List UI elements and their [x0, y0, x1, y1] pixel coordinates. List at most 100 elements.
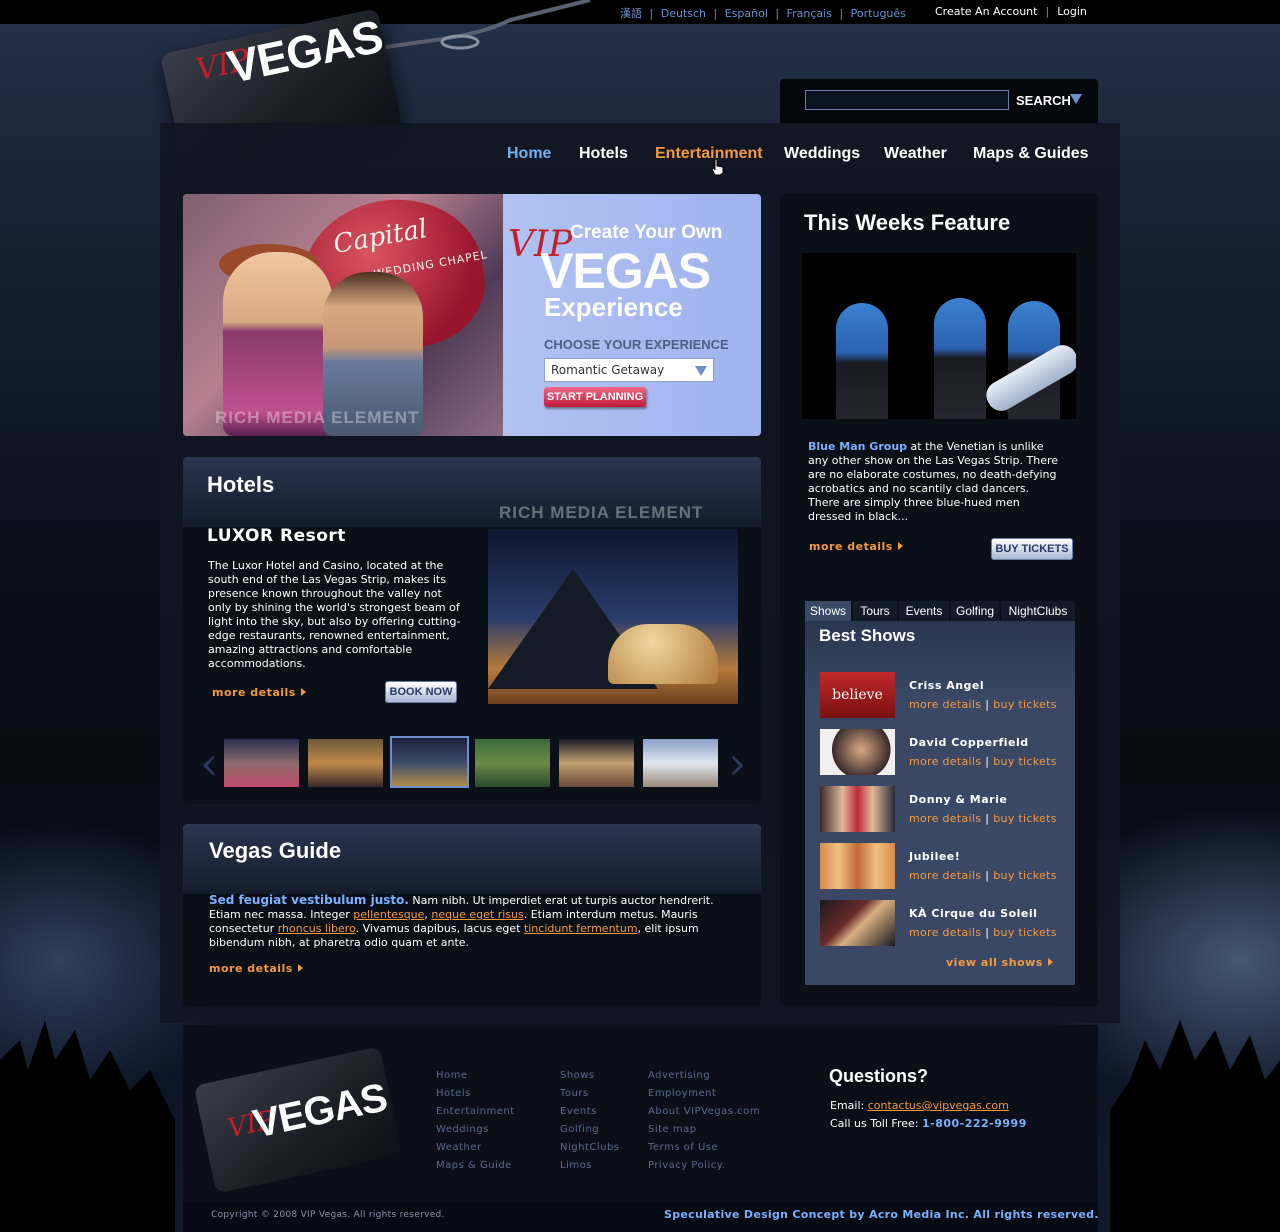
donny-marie-image[interactable]	[820, 786, 895, 832]
search-input[interactable]	[805, 90, 1009, 110]
nav-weddings[interactable]: Weddings	[784, 145, 860, 163]
view-all-shows-link[interactable]: view all shows	[946, 956, 1053, 969]
show-links: more details | buy tickets	[909, 698, 1057, 711]
show-buy-tickets-link[interactable]: buy tickets	[993, 755, 1056, 768]
book-now-button[interactable]: BOOK NOW	[385, 681, 457, 703]
search-button[interactable]: SEARCH	[1016, 93, 1071, 108]
lang-espanol[interactable]: Español	[725, 7, 768, 20]
footer-link-limos[interactable]: Limos	[560, 1157, 620, 1175]
footer-link-entertainment[interactable]: Entertainment	[436, 1103, 515, 1121]
footer-link-tours[interactable]: Tours	[560, 1085, 620, 1103]
show-buy-tickets-link[interactable]: buy tickets	[993, 869, 1056, 882]
rich-media-watermark: RICH MEDIA ELEMENT	[499, 503, 704, 522]
arrow-right-icon	[1047, 958, 1053, 966]
footer-link-nightclubs[interactable]: NightClubs	[560, 1139, 620, 1157]
footer-link-weather[interactable]: Weather	[436, 1139, 515, 1157]
show-buy-tickets-link[interactable]: buy tickets	[993, 926, 1056, 939]
footer-link-shows[interactable]: Shows	[560, 1067, 620, 1085]
vegas-guide-text: Sed feugiat vestibulum justo. Nam nibh. …	[209, 893, 729, 950]
lang-portugues[interactable]: Português	[851, 7, 906, 20]
show-buy-tickets-link[interactable]: buy tickets	[993, 698, 1056, 711]
hotel-thumbnail[interactable]	[308, 739, 383, 787]
ka-cirque-image[interactable]	[820, 900, 895, 946]
tab-nightclubs[interactable]: NightClubs	[1001, 601, 1075, 621]
footer-nav-column-1: Home Hotels Entertainment Weddings Weath…	[436, 1067, 515, 1175]
nav-entertainment[interactable]: Entertainment	[655, 145, 763, 163]
lang-divider: |	[775, 7, 780, 20]
nav-weather[interactable]: Weather	[884, 145, 947, 163]
guide-lead: Sed feugiat vestibulum justo.	[209, 893, 409, 907]
criss-angel-image[interactable]: believe	[820, 672, 895, 718]
footer-link-about[interactable]: About VIPVegas.com	[648, 1103, 760, 1121]
show-more-details-link[interactable]: more details	[909, 698, 981, 711]
show-more-details-link[interactable]: more details	[909, 869, 981, 882]
feature-description: Blue Man Group at the Venetian is unlike…	[808, 440, 1063, 524]
blue-man-figure	[934, 298, 986, 419]
feature-more-details-link[interactable]: more details	[809, 540, 903, 553]
lang-chinese[interactable]: 漢語	[620, 7, 642, 20]
footer-link-home[interactable]: Home	[436, 1067, 515, 1085]
hotel-more-details-link[interactable]: more details	[212, 686, 306, 699]
chevron-left-icon[interactable]: ‹	[200, 736, 218, 790]
show-more-details-link[interactable]: more details	[909, 926, 981, 939]
email-link[interactable]: contactus@vipvegas.com	[868, 1099, 1009, 1112]
nav-hotels[interactable]: Hotels	[579, 145, 628, 163]
start-planning-label: START PLANNING	[546, 391, 644, 403]
nav-home[interactable]: Home	[507, 145, 551, 163]
david-copperfield-image[interactable]	[820, 729, 895, 775]
lanyard-decoration	[369, 0, 591, 52]
buy-tickets-button[interactable]: BUY TICKETS	[991, 538, 1073, 560]
show-name: David Copperfield	[909, 736, 1029, 749]
show-links: more details | buy tickets	[909, 812, 1057, 825]
login-link[interactable]: Login	[1057, 5, 1087, 18]
footer-link-maps-guide[interactable]: Maps & Guide	[436, 1157, 515, 1175]
guide-more-details-link[interactable]: more details	[209, 962, 303, 975]
footer-link-weddings[interactable]: Weddings	[436, 1121, 515, 1139]
show-name: Jubilee!	[909, 850, 961, 863]
footer-link-employment[interactable]: Employment	[648, 1085, 760, 1103]
lang-francais[interactable]: Français	[787, 7, 832, 20]
hero-photo: Capital WEDDING CHAPEL	[183, 194, 503, 436]
hotel-thumbnail[interactable]	[224, 739, 299, 787]
start-planning-button[interactable]: START PLANNING	[544, 387, 646, 407]
experience-select[interactable]: Romantic Getaway	[544, 358, 714, 382]
tab-shows[interactable]: Shows	[805, 601, 851, 621]
account-divider: |	[1045, 5, 1050, 18]
footer-link-advertising[interactable]: Advertising	[648, 1067, 760, 1085]
blue-man-group-photo	[802, 253, 1076, 419]
lang-deutsch[interactable]: Deutsch	[661, 7, 706, 20]
hero-line-3: Experience	[544, 292, 683, 322]
show-more-details-link[interactable]: more details	[909, 812, 981, 825]
link-divider: |	[985, 812, 990, 825]
guide-link-rhoncus[interactable]: rhoncus libero	[278, 922, 356, 935]
search-arrow-icon[interactable]	[1070, 94, 1082, 104]
hotel-thumbnail[interactable]	[475, 739, 550, 787]
feature-lead-link[interactable]: Blue Man Group	[808, 440, 907, 453]
hotel-thumbnail-selected[interactable]	[390, 736, 469, 788]
show-more-details-link[interactable]: more details	[909, 755, 981, 768]
tab-golfing[interactable]: Golfing	[951, 601, 999, 621]
buy-tickets-label: BUY TICKETS	[995, 543, 1069, 555]
footer-link-privacy[interactable]: Privacy Policy.	[648, 1157, 760, 1175]
create-account-link[interactable]: Create An Account	[935, 5, 1037, 18]
footer-link-terms[interactable]: Terms of Use	[648, 1139, 760, 1157]
footer-link-golfing[interactable]: Golfing	[560, 1121, 620, 1139]
chevron-down-icon	[695, 366, 707, 376]
footer-link-events[interactable]: Events	[560, 1103, 620, 1121]
hotel-thumbnail[interactable]	[643, 739, 718, 787]
hero-banner[interactable]: Capital WEDDING CHAPEL VIP Create Your O…	[183, 194, 761, 436]
hotel-thumbnail[interactable]	[559, 739, 634, 787]
guide-link-pellentesque[interactable]: pellentesque	[353, 908, 424, 921]
jubilee-image[interactable]	[820, 843, 895, 889]
tab-events[interactable]: Events	[899, 601, 949, 621]
show-buy-tickets-link[interactable]: buy tickets	[993, 812, 1056, 825]
tab-tours[interactable]: Tours	[853, 601, 897, 621]
guide-link-neque[interactable]: neque eget risus	[431, 908, 523, 921]
footer-link-site-map[interactable]: Site map	[648, 1121, 760, 1139]
footer-link-hotels[interactable]: Hotels	[436, 1085, 515, 1103]
guide-link-tincidunt[interactable]: tincidunt fermentum	[524, 922, 638, 935]
hotel-thumbnail-strip: ‹ ›	[200, 734, 746, 792]
hotel-description: The Luxor Hotel and Casino, located at t…	[208, 559, 461, 670]
nav-maps-guides[interactable]: Maps & Guides	[973, 145, 1089, 163]
chevron-right-icon[interactable]: ›	[728, 736, 746, 790]
